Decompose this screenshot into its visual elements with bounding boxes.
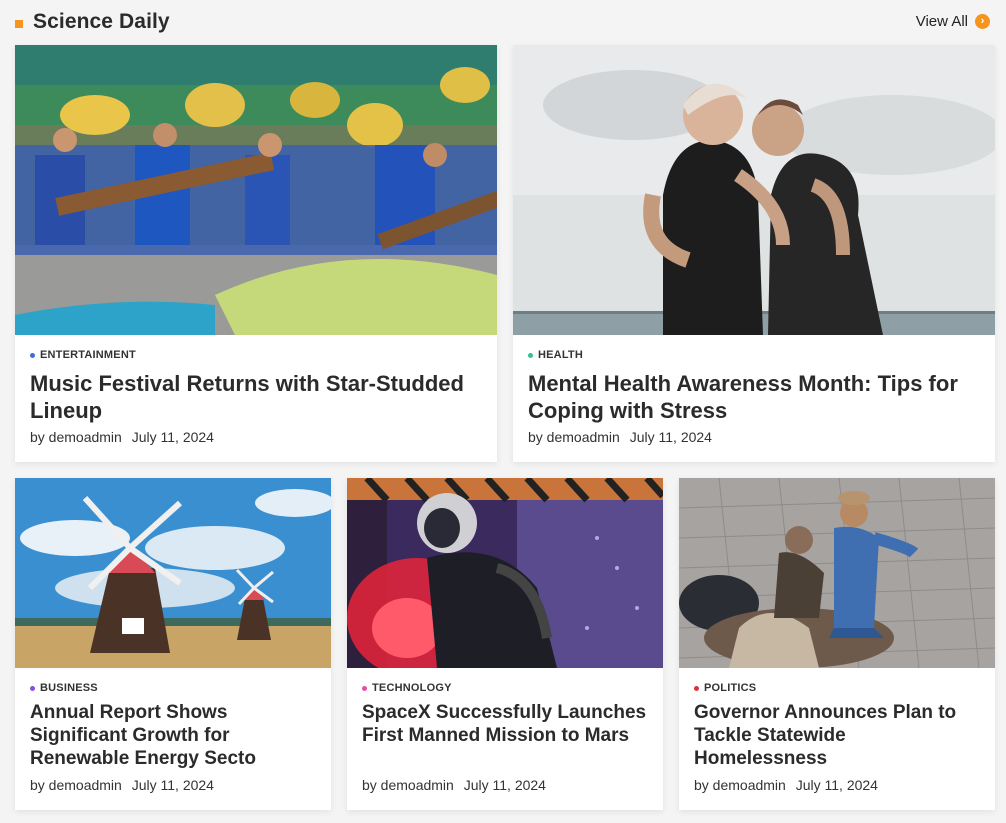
publish-date: July 11, 2024 (131, 429, 214, 445)
author-link[interactable]: by demoadmin (30, 777, 122, 793)
category-text[interactable]: TECHNOLOGY (372, 682, 452, 694)
category-label[interactable]: TECHNOLOGY (362, 682, 452, 694)
publish-date: July 11, 2024 (463, 777, 546, 793)
view-all-link[interactable]: View All › (916, 13, 990, 30)
article-meta: by demoadmin July 11, 2024 (30, 777, 220, 793)
author-link[interactable]: by demoadmin (362, 777, 454, 793)
article-meta: by demoadmin July 11, 2024 (30, 429, 220, 445)
category-label[interactable]: HEALTH (528, 349, 583, 361)
section-title: Science Daily (33, 10, 170, 33)
article-card-spacex[interactable]: TECHNOLOGY SpaceX Successfully Launches … (347, 478, 663, 810)
category-dot (362, 685, 367, 691)
author-link[interactable]: by demoadmin (694, 777, 786, 793)
section-header: Science Daily View All › (15, 8, 990, 38)
category-label[interactable]: ENTERTAINMENT (30, 349, 136, 361)
category-text[interactable]: POLITICS (704, 682, 756, 694)
article-meta: by demoadmin July 11, 2024 (362, 777, 552, 793)
category-dot (528, 352, 533, 358)
article-title[interactable]: Music Festival Returns with Star-Studded… (30, 370, 485, 424)
article-title[interactable]: Annual Report Shows Significant Growth f… (30, 701, 319, 770)
festival-dancers-photo[interactable] (15, 45, 497, 335)
windmill-photo[interactable] (15, 478, 331, 668)
category-text[interactable]: ENTERTAINMENT (40, 349, 136, 361)
author-link[interactable]: by demoadmin (528, 429, 620, 445)
category-label[interactable]: POLITICS (694, 682, 756, 694)
view-all-label[interactable]: View All (916, 13, 968, 30)
article-card-music-festival[interactable]: ENTERTAINMENT Music Festival Returns wit… (15, 45, 497, 462)
astronaut-red-light-photo[interactable] (347, 478, 663, 668)
title-marker (15, 20, 23, 28)
article-title[interactable]: SpaceX Successfully Launches First Manne… (362, 701, 651, 747)
category-dot (694, 685, 699, 691)
article-meta: by demoadmin July 11, 2024 (694, 777, 884, 793)
article-card-annual-report[interactable]: BUSINESS Annual Report Shows Significant… (15, 478, 331, 810)
category-label[interactable]: BUSINESS (30, 682, 98, 694)
arrow-right-circle-icon[interactable]: › (975, 14, 990, 29)
author-link[interactable]: by demoadmin (30, 429, 122, 445)
publish-date: July 11, 2024 (795, 777, 878, 793)
category-text[interactable]: HEALTH (538, 349, 583, 361)
category-text[interactable]: BUSINESS (40, 682, 98, 694)
publish-date: July 11, 2024 (629, 429, 712, 445)
category-dot (30, 685, 35, 691)
man-helping-homeless-photo[interactable] (679, 478, 995, 668)
article-meta: by demoadmin July 11, 2024 (528, 429, 718, 445)
article-title[interactable]: Mental Health Awareness Month: Tips for … (528, 370, 983, 424)
article-title[interactable]: Governor Announces Plan to Tackle Statew… (694, 701, 983, 770)
article-card-mental-health[interactable]: HEALTH Mental Health Awareness Month: Ti… (513, 45, 995, 462)
category-dot (30, 352, 35, 358)
article-card-governor[interactable]: POLITICS Governor Announces Plan to Tack… (679, 478, 995, 810)
two-women-embracing-photo[interactable] (513, 45, 995, 335)
publish-date: July 11, 2024 (131, 777, 214, 793)
